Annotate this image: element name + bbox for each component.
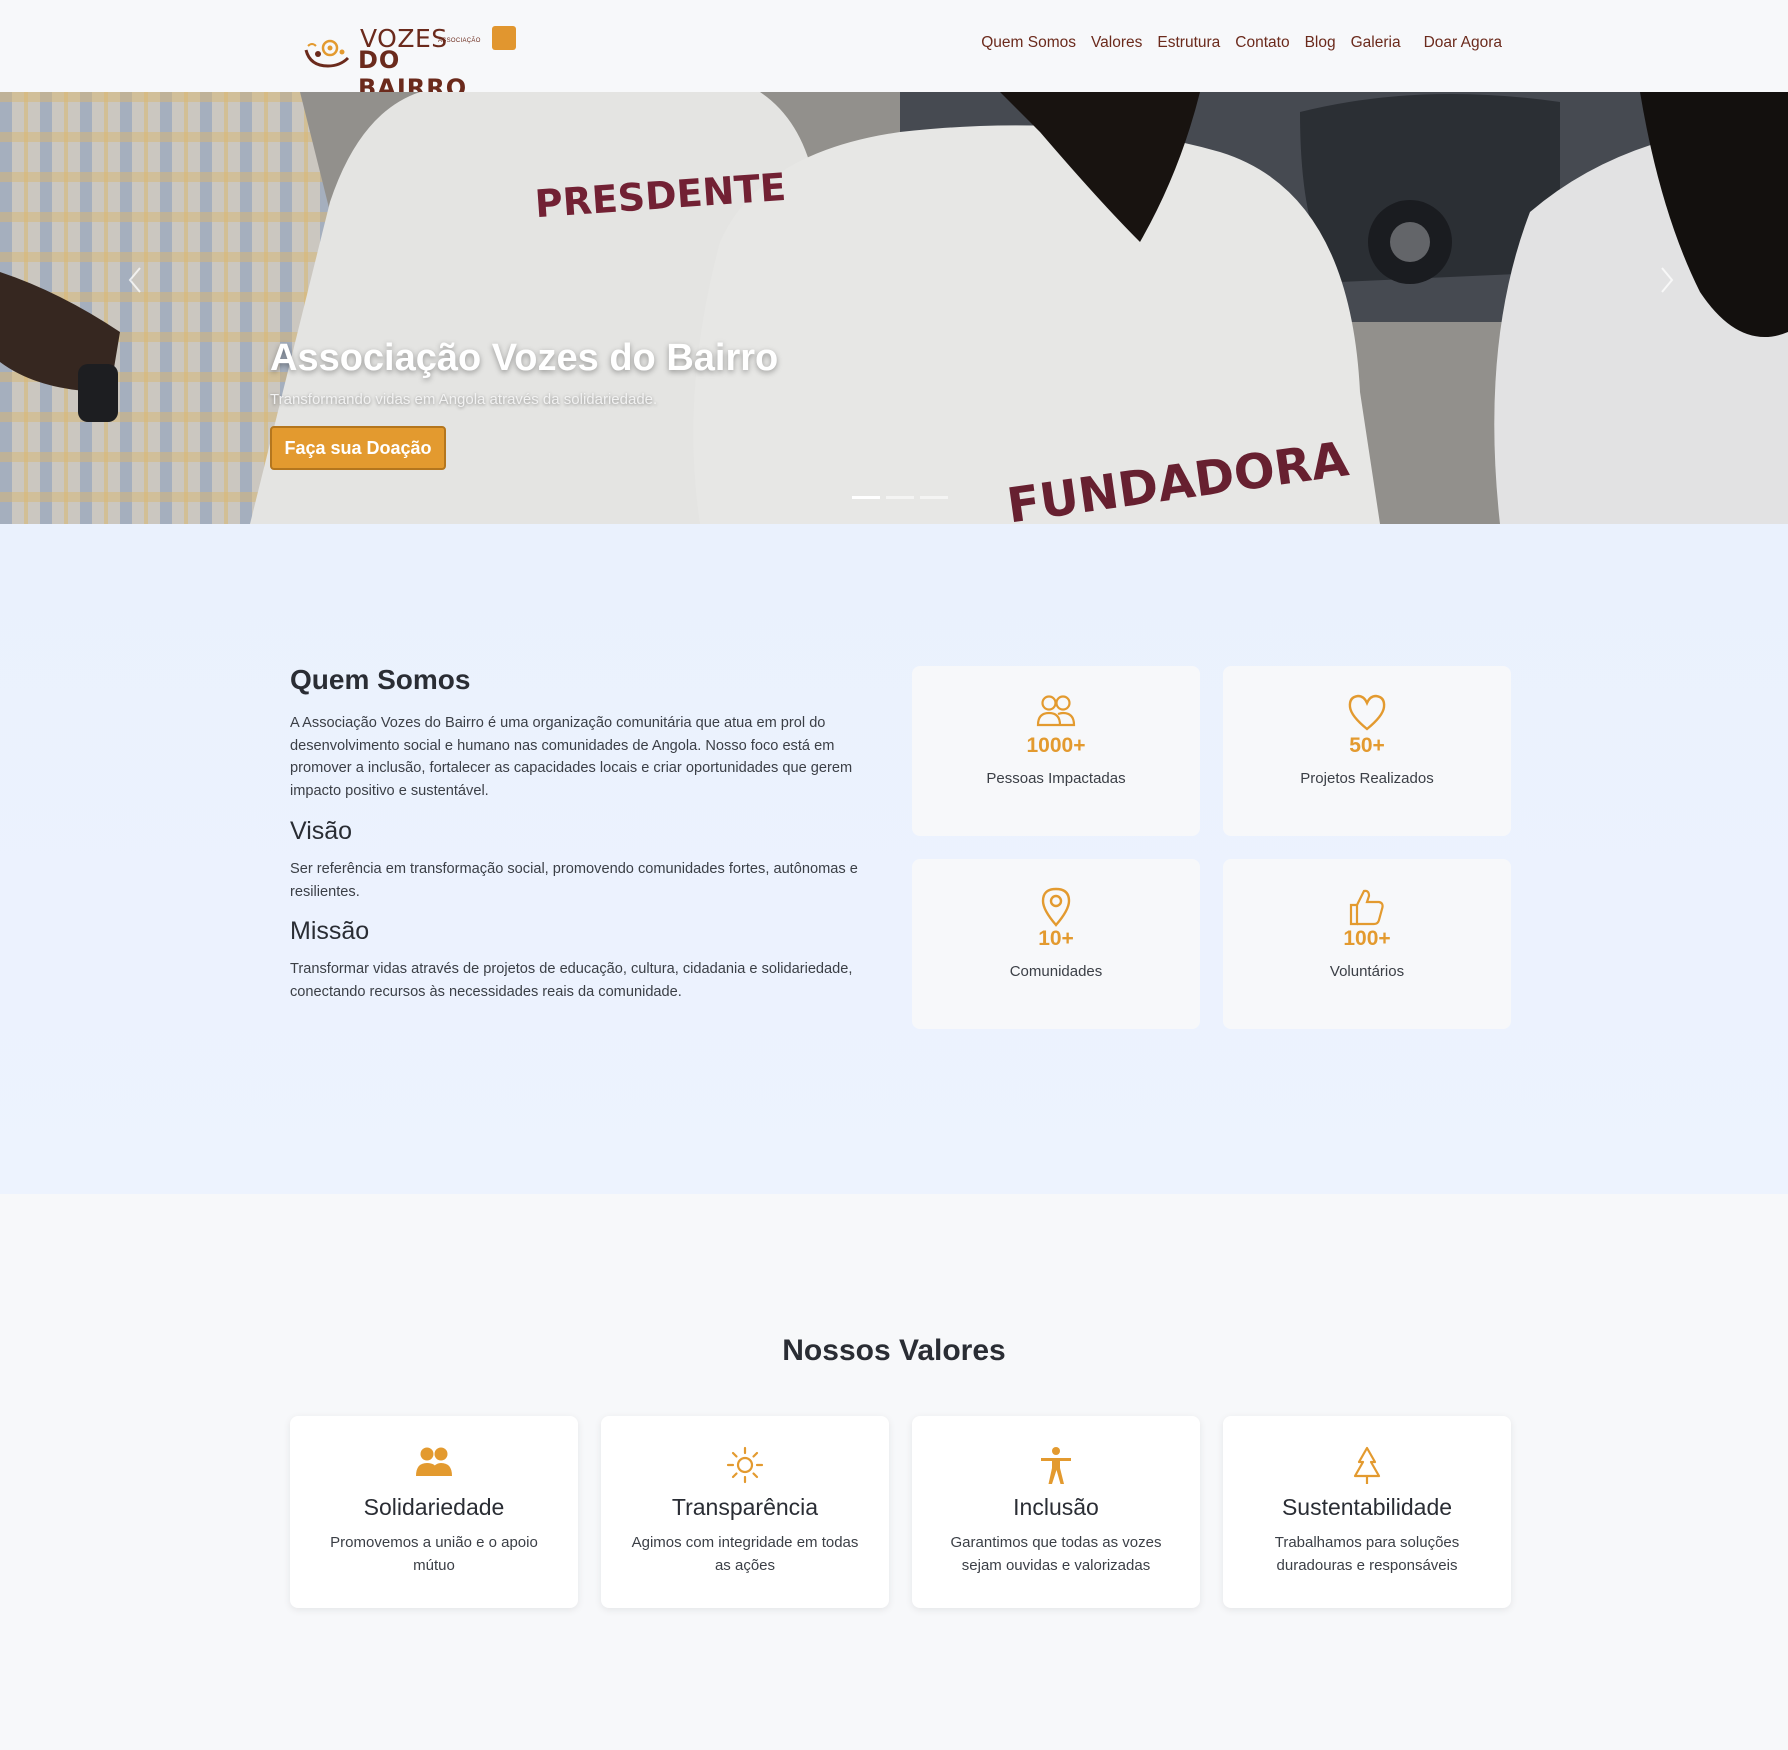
heart-icon bbox=[1348, 694, 1386, 731]
chevron-left-icon bbox=[128, 267, 141, 293]
stat-label: Comunidades bbox=[1009, 963, 1103, 980]
logo[interactable]: VOZES ASSOCIAÇÃO DO BAIRRO bbox=[300, 20, 516, 102]
stat-card-pessoas: 1000+ Pessoas Impactadas bbox=[912, 666, 1200, 836]
carousel-dot-2[interactable] bbox=[886, 496, 914, 499]
value-desc: Garantimos que todas as vozes sejam ouvi… bbox=[950, 1534, 1162, 1574]
value-name: Solidariedade bbox=[363, 1494, 505, 1520]
value-card-inclusao: Inclusão Garantimos que todas as vozes s… bbox=[912, 1416, 1200, 1608]
stat-card-projetos: 50+ Projetos Realizados bbox=[1223, 666, 1511, 836]
about-title: Quem Somos bbox=[290, 664, 471, 695]
carousel-indicators bbox=[852, 496, 948, 499]
nav-contato[interactable]: Contato bbox=[1235, 34, 1289, 52]
mission-text: Transformar vidas através de projetos de… bbox=[290, 961, 853, 1000]
stat-value: 100+ bbox=[1343, 927, 1391, 950]
logo-emblem-icon bbox=[304, 39, 350, 68]
users-icon bbox=[416, 1447, 452, 1476]
value-desc: Promovemos a união e o apoio mútuo bbox=[330, 1534, 538, 1574]
hero-title: Associação Vozes do Bairro bbox=[270, 337, 779, 379]
stat-value: 50+ bbox=[1349, 734, 1385, 757]
nav-valores[interactable]: Valores bbox=[1091, 34, 1142, 52]
nav-doar-agora[interactable]: Doar Agora bbox=[1424, 34, 1502, 52]
value-desc: Agimos com integridade em todas as ações bbox=[631, 1534, 859, 1574]
hero-photo: PRESDENTE FUNDADORA bbox=[0, 92, 1788, 524]
carousel-dot-1[interactable] bbox=[852, 496, 880, 499]
thumbs-up-icon bbox=[1349, 889, 1384, 926]
value-name: Inclusão bbox=[1013, 1494, 1099, 1520]
logo-assoc-text: ASSOCIAÇÃO bbox=[438, 38, 481, 44]
stat-card-comunidades: 10+ Comunidades bbox=[912, 859, 1200, 1029]
value-card-transparencia: Transparência Agimos com integridade em … bbox=[601, 1416, 889, 1608]
tree-icon bbox=[1353, 1446, 1381, 1484]
people-icon bbox=[1036, 695, 1076, 727]
stat-card-voluntarios: 100+ Voluntários bbox=[1223, 859, 1511, 1029]
nav-galeria[interactable]: Galeria bbox=[1351, 34, 1401, 52]
vision-title: Visão bbox=[290, 816, 353, 845]
logo-badge-icon bbox=[492, 26, 516, 50]
nav-estrutura[interactable]: Estrutura bbox=[1157, 34, 1220, 52]
stat-value: 10+ bbox=[1038, 927, 1074, 950]
nav-quem-somos[interactable]: Quem Somos bbox=[981, 34, 1076, 52]
about-text-block: Quem Somos A Associação Vozes do Bairro … bbox=[290, 664, 890, 1004]
value-card-sustentabilidade: Sustentabilidade Trabalhamos para soluçõ… bbox=[1223, 1416, 1511, 1608]
value-name: Sustentabilidade bbox=[1281, 1494, 1453, 1520]
main-nav: Quem Somos Valores Estrutura Contato Blo… bbox=[981, 34, 1502, 52]
stat-label: Voluntários bbox=[1329, 963, 1405, 980]
accessibility-icon bbox=[1041, 1447, 1071, 1484]
nav-blog[interactable]: Blog bbox=[1305, 34, 1336, 52]
vision-text: Ser referência em transformação social, … bbox=[290, 860, 858, 900]
value-desc: Trabalhamos para soluções duradouras e r… bbox=[1274, 1534, 1460, 1574]
stat-label: Pessoas Impactadas bbox=[986, 770, 1126, 787]
about-section: Quem Somos A Associação Vozes do Bairro … bbox=[0, 524, 1788, 1194]
value-name: Transparência bbox=[671, 1494, 819, 1520]
about-description: A Associação Vozes do Bairro é uma organ… bbox=[290, 715, 853, 800]
hero-subtitle: Transformando vidas em Angola através da… bbox=[270, 391, 658, 408]
site-header: VOZES ASSOCIAÇÃO DO BAIRRO Quem Somos Va… bbox=[0, 0, 1788, 102]
map-pin-icon bbox=[1041, 887, 1071, 927]
values-section: Nossos Valores Solidariedade Promovemos … bbox=[0, 1194, 1788, 1750]
values-title: Nossos Valores bbox=[782, 1334, 1006, 1367]
value-card-solidariedade: Solidariedade Promovemos a união e o apo… bbox=[290, 1416, 578, 1608]
chevron-right-icon bbox=[1661, 267, 1674, 293]
mission-title: Missão bbox=[290, 917, 370, 946]
carousel-prev-button[interactable] bbox=[120, 260, 150, 300]
carousel-dot-3[interactable] bbox=[920, 496, 948, 499]
stat-label: Projetos Realizados bbox=[1300, 770, 1434, 787]
carousel-next-button[interactable] bbox=[1652, 260, 1682, 300]
hero-carousel: PRESDENTE FUNDADORA Associação Vozes do … bbox=[0, 92, 1788, 524]
sun-icon bbox=[726, 1446, 764, 1484]
donate-button[interactable]: Faça sua Doação bbox=[270, 426, 446, 470]
stat-value: 1000+ bbox=[1026, 734, 1086, 757]
